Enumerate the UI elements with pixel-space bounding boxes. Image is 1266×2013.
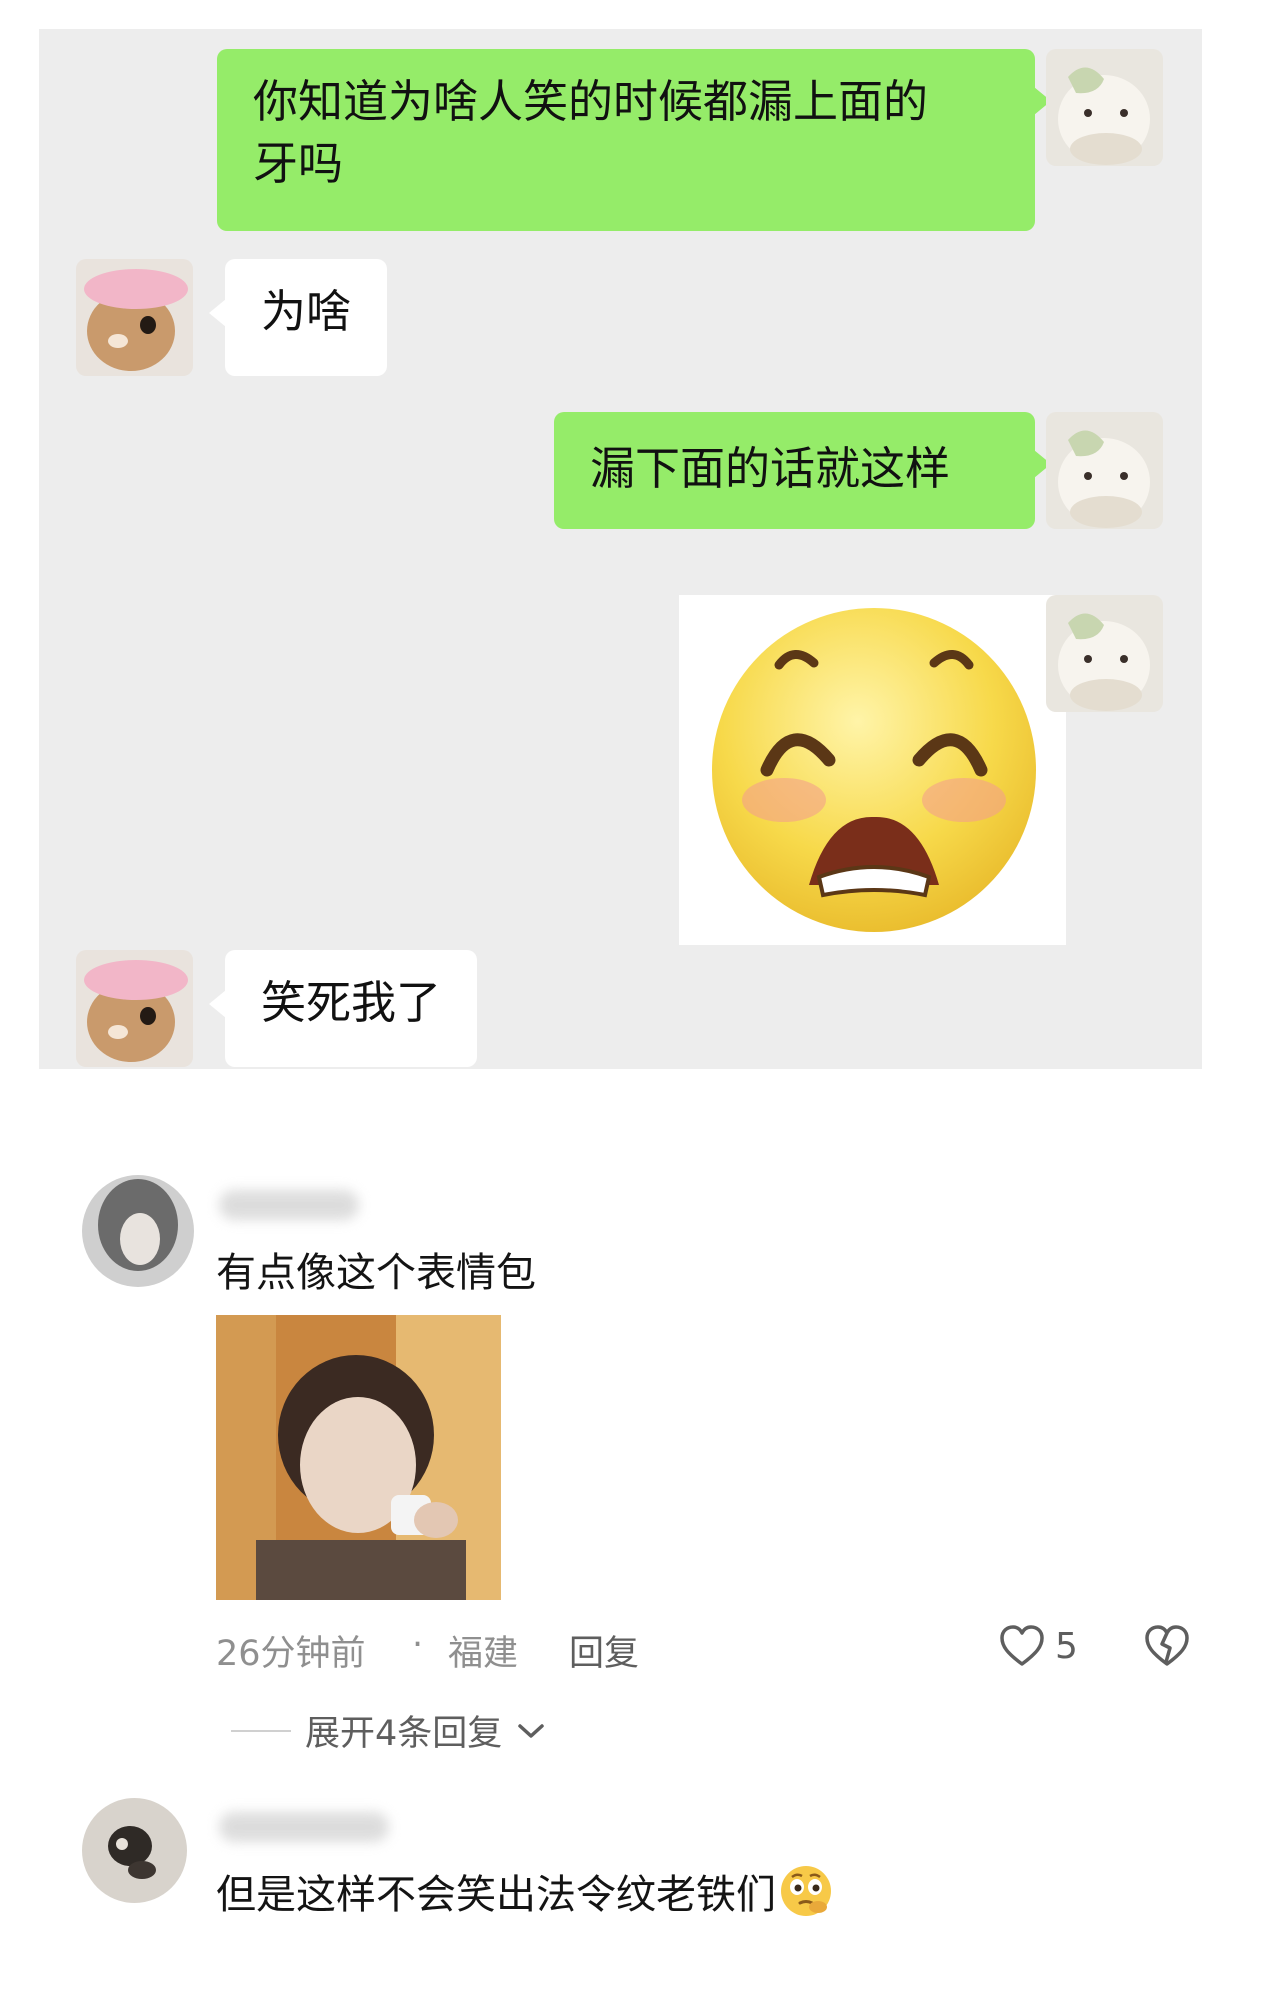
commenter-avatar[interactable]: [82, 1175, 194, 1287]
message-text: 笑死我了: [261, 976, 442, 1029]
like-button[interactable]: 5: [999, 1624, 1078, 1668]
laughing-emoji-sticker[interactable]: [679, 595, 1066, 945]
reply-button[interactable]: 回复: [569, 1625, 639, 1676]
comment-location: 福建: [448, 1634, 519, 1674]
comment-photo[interactable]: [216, 1315, 501, 1600]
message-text-line: 你知道为啥人笑的时候都漏上面的: [253, 75, 929, 128]
expand-replies-label: 展开4条回复: [305, 1714, 503, 1754]
comment-text: 但是这样不会笑出法令纹老铁们: [216, 1862, 834, 1920]
sender-avatar-bunny[interactable]: [1046, 595, 1163, 712]
commenter-avatar[interactable]: [82, 1798, 187, 1903]
received-message-bubble[interactable]: 笑死我了: [208, 950, 478, 1067]
chat-screenshot: 你知道为啥人笑的时候都漏上面的 牙吗 为啥 漏下面的话就这样 笑死我了: [39, 29, 1202, 1069]
comment-text: 有点像这个表情包: [216, 1250, 536, 1296]
sent-message-bubble[interactable]: 漏下面的话就这样: [554, 412, 1051, 529]
message-text-line: 牙吗: [253, 137, 344, 190]
commenter-name-blurred[interactable]: [219, 1812, 389, 1842]
chevron-down-icon: [518, 1723, 545, 1738]
sent-message-bubble[interactable]: 你知道为啥人笑的时候都漏上面的 牙吗: [217, 49, 1051, 231]
divider-line: [231, 1729, 291, 1732]
expand-replies-button[interactable]: 展开4条回复: [231, 1705, 546, 1756]
message-text: 为啥: [261, 285, 352, 338]
sender-avatar-bunny[interactable]: [1046, 49, 1163, 166]
meta-separator: ·: [412, 1625, 424, 1665]
comment-text-content: 但是这样不会笑出法令纹老铁们: [216, 1872, 776, 1918]
commenter-name-blurred[interactable]: [219, 1190, 359, 1220]
comment-section: 有点像这个表情包 26分钟前 · 福建 回复 5 展开4条回复 但是这样不会笑出…: [39, 1130, 1202, 1920]
received-message-bubble[interactable]: 为啥: [208, 259, 388, 376]
dislike-broken-heart-icon[interactable]: [1144, 1624, 1190, 1672]
thinking-face-emoji: [781, 1866, 831, 1916]
friend-avatar-cat[interactable]: [76, 259, 193, 376]
like-count: 5: [1055, 1625, 1078, 1667]
sender-avatar-bunny[interactable]: [1046, 412, 1163, 529]
friend-avatar-cat[interactable]: [76, 950, 193, 1067]
message-text: 漏下面的话就这样: [590, 442, 951, 495]
comment-time: 26分钟前: [216, 1634, 366, 1674]
heart-icon: [1000, 1625, 1044, 1666]
